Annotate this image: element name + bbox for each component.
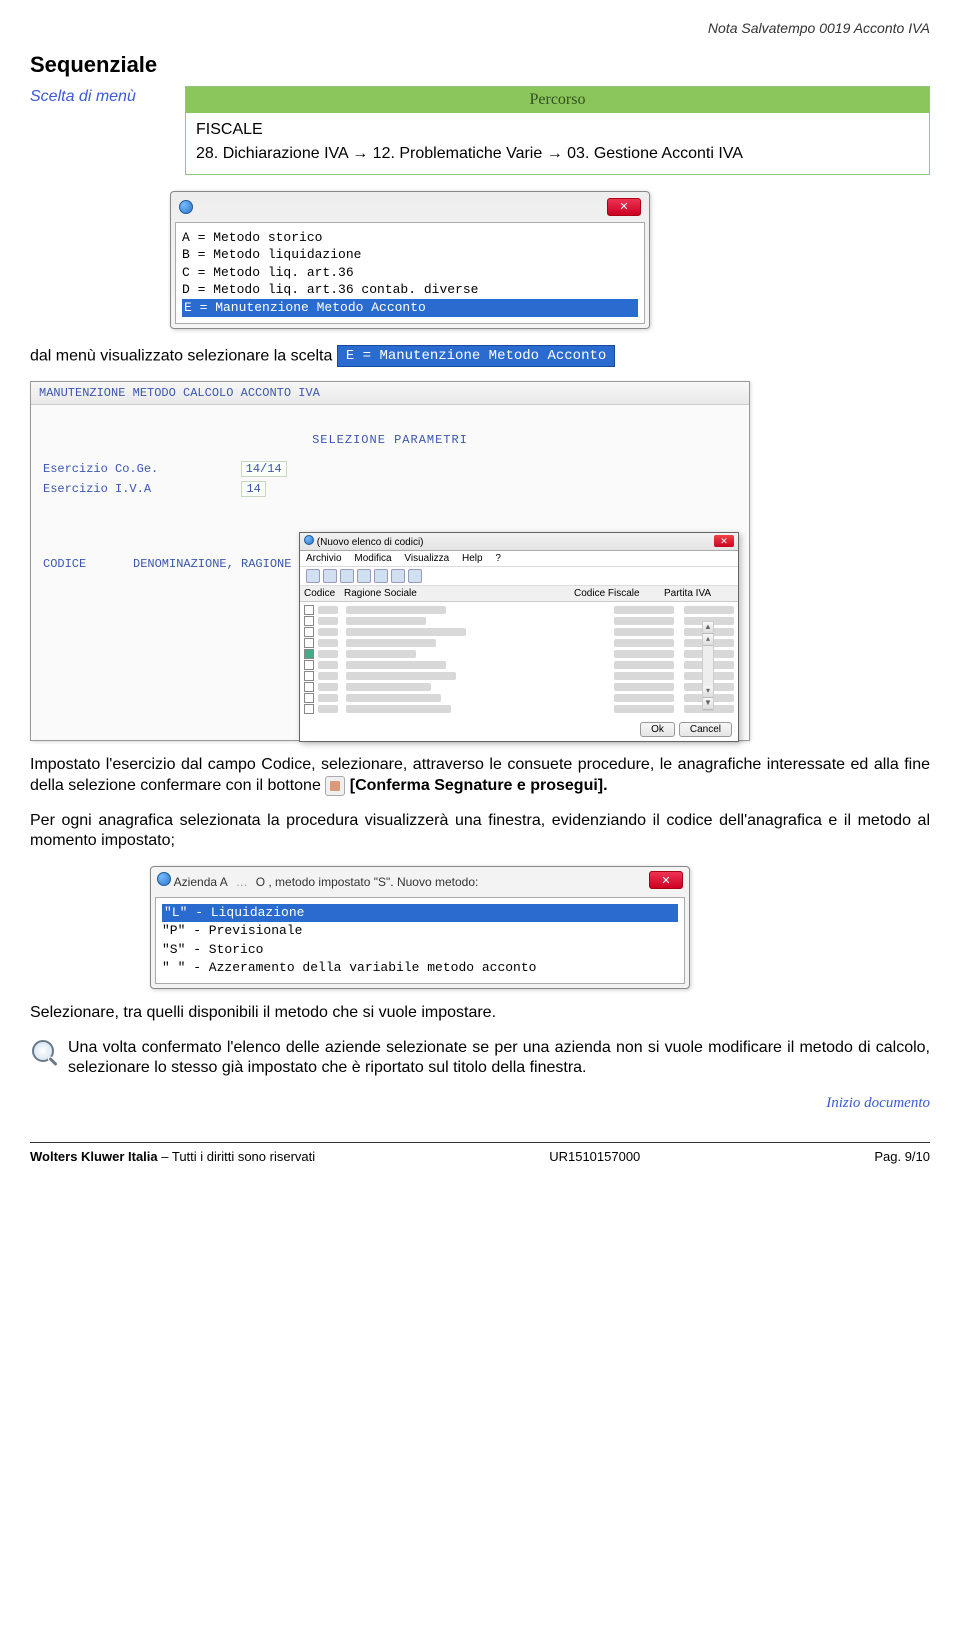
- maintenance-dialog: MANUTENZIONE METODO CALCOLO ACCONTO IVA …: [30, 381, 750, 741]
- inner-rows: [300, 602, 738, 732]
- method-p[interactable]: "P" - Previsionale: [162, 922, 678, 940]
- col-piva[interactable]: Partita IVA: [664, 588, 734, 599]
- esercizio-coge-row: Esercizio Co.Ge. 14/14: [43, 461, 737, 477]
- selection-intro: dal menù visualizzato selezionare la sce…: [30, 345, 930, 367]
- menu-help[interactable]: Help: [462, 553, 483, 564]
- close-icon[interactable]: ✕: [714, 535, 734, 547]
- scrollbar[interactable]: ▲ ▴ ▾ ▼: [702, 621, 714, 711]
- tool-icon[interactable]: [357, 569, 371, 583]
- footer-publisher: Wolters Kluwer Italia: [30, 1149, 158, 1164]
- dialog2-title-prefix: Azienda A: [174, 875, 228, 889]
- scroll-down-icon[interactable]: ▼: [703, 698, 713, 710]
- options-dialog: ✕ A = Metodo storico B = Metodo liquidaz…: [170, 191, 650, 329]
- col-codice[interactable]: Codice: [304, 588, 344, 599]
- inner-column-headers: Codice Ragione Sociale Codice Fiscale Pa…: [300, 586, 738, 602]
- list-item[interactable]: [304, 616, 734, 626]
- esercizio-iva-input[interactable]: 14: [241, 481, 265, 497]
- codici-list-title: (Nuovo elenco di codici): [317, 537, 424, 548]
- list-item[interactable]: [304, 638, 734, 648]
- header-note: Nota Salvatempo 0019 Acconto IVA: [30, 20, 930, 36]
- list-item[interactable]: [304, 693, 734, 703]
- esercizio-coge-input[interactable]: 14/14: [241, 461, 287, 477]
- list-item[interactable]: [304, 682, 734, 692]
- menu-archivio[interactable]: Archivio: [306, 553, 342, 564]
- menu-label: Scelta di menù: [30, 86, 185, 106]
- page-title: Sequenziale: [30, 52, 930, 78]
- list-item[interactable]: [304, 605, 734, 615]
- col-cf[interactable]: Codice Fiscale: [574, 588, 664, 599]
- maintenance-title: MANUTENZIONE METODO CALCOLO ACCONTO IVA: [31, 382, 749, 405]
- percorso-row: Scelta di menù Percorso FISCALE 28. Dich…: [30, 86, 930, 175]
- col-ragione[interactable]: Ragione Sociale: [344, 588, 574, 599]
- menu-visualizza[interactable]: Visualizza: [404, 553, 449, 564]
- ok-button[interactable]: Ok: [640, 722, 675, 737]
- instruction-select-method: Selezionare, tra quelli disponibili il m…: [30, 1003, 930, 1024]
- magnifier-icon: [30, 1038, 62, 1070]
- codici-list-dialog: (Nuovo elenco di codici) ✕ Archivio Modi…: [299, 532, 739, 742]
- list-item[interactable]: [304, 704, 734, 714]
- page-footer: Wolters Kluwer Italia – Tutti i diritti …: [30, 1143, 930, 1170]
- close-icon[interactable]: ✕: [607, 198, 641, 216]
- menu-q[interactable]: ?: [495, 553, 501, 564]
- scroll-up-icon[interactable]: ▴: [703, 634, 713, 646]
- list-item[interactable]: [304, 649, 734, 659]
- option-e-selected[interactable]: E = Manutenzione Metodo Acconto: [182, 299, 638, 317]
- option-b[interactable]: B = Metodo liquidazione: [182, 246, 638, 264]
- method-blank[interactable]: " " - Azzeramento della variabile metodo…: [162, 959, 678, 977]
- option-c[interactable]: C = Metodo liq. art.36: [182, 264, 638, 282]
- footer-docid: UR1510157000: [549, 1149, 640, 1164]
- app-orb-icon: [304, 535, 314, 545]
- instruction-para-1: Impostato l'esercizio dal campo Codice, …: [30, 755, 930, 797]
- close-icon[interactable]: ✕: [649, 871, 683, 889]
- app-orb-icon: [179, 200, 193, 214]
- list-item[interactable]: [304, 627, 734, 637]
- app-orb-icon: [157, 872, 171, 886]
- note-block: Una volta confermato l'elenco delle azie…: [30, 1038, 930, 1080]
- list-item[interactable]: [304, 660, 734, 670]
- cancel-button[interactable]: Cancel: [679, 722, 732, 737]
- option-a[interactable]: A = Metodo storico: [182, 229, 638, 247]
- tool-icon[interactable]: [391, 569, 405, 583]
- percorso-line1: FISCALE: [196, 119, 919, 141]
- tool-icon[interactable]: [340, 569, 354, 583]
- esercizio-iva-row: Esercizio I.V.A 14: [43, 481, 737, 497]
- confirm-tool-icon: [325, 776, 345, 796]
- back-to-top-link[interactable]: Inizio documento: [30, 1095, 930, 1112]
- tool-icon[interactable]: [408, 569, 422, 583]
- inner-menubar: Archivio Modifica Visualizza Help ?: [300, 551, 738, 567]
- footer-pagenum: Pag. 9/10: [874, 1149, 930, 1164]
- method-select-dialog: Azienda A…O , metodo impostato "S". Nuov…: [150, 866, 690, 989]
- percorso-line2: 28. Dichiarazione IVA → 12. Problematich…: [196, 143, 919, 165]
- method-l-selected[interactable]: "L" - Liquidazione: [162, 904, 678, 922]
- inner-toolbar: [300, 567, 738, 586]
- method-s[interactable]: "S" - Storico: [162, 941, 678, 959]
- tool-icon[interactable]: [306, 569, 320, 583]
- tool-icon[interactable]: [323, 569, 337, 583]
- param-section-title: SELEZIONE PARAMETRI: [43, 433, 737, 447]
- option-d[interactable]: D = Metodo liq. art.36 contab. diverse: [182, 281, 638, 299]
- dialog2-title-suffix: O , metodo impostato "S". Nuovo metodo:: [256, 875, 479, 889]
- scroll-down-icon[interactable]: ▾: [703, 686, 713, 698]
- footer-rights: – Tutti i diritti sono riservati: [158, 1149, 316, 1164]
- selection-chip: E = Manutenzione Metodo Acconto: [337, 345, 615, 367]
- note-text: Una volta confermato l'elenco delle azie…: [68, 1038, 930, 1080]
- instruction-para-1b: Per ogni anagrafica selezionata la proce…: [30, 811, 930, 853]
- list-item[interactable]: [304, 671, 734, 681]
- scroll-up-icon[interactable]: ▲: [703, 622, 713, 634]
- percorso-table: Percorso FISCALE 28. Dichiarazione IVA →…: [185, 86, 930, 175]
- percorso-header: Percorso: [186, 87, 929, 113]
- menu-modifica[interactable]: Modifica: [354, 553, 391, 564]
- tool-icon[interactable]: [374, 569, 388, 583]
